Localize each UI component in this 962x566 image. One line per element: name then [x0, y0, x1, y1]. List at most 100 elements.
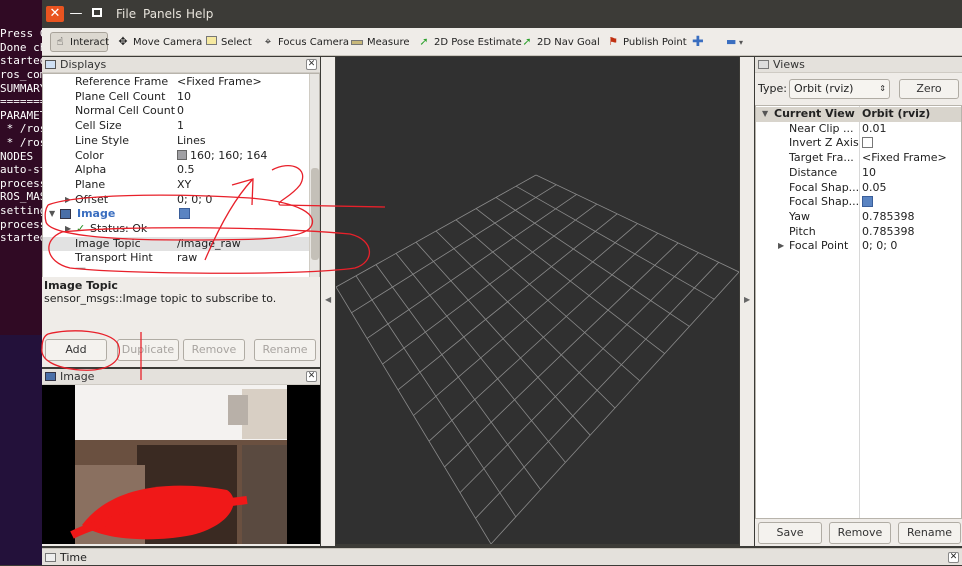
zero-button[interactable]: Zero [899, 79, 959, 99]
close-icon[interactable]: ✕ [948, 552, 959, 563]
publish-point-tool-button[interactable]: ⚑ Publish Point [606, 32, 687, 52]
grid-line [459, 252, 699, 493]
property-value: 0 [177, 104, 184, 118]
property-row[interactable]: Distance 10 [756, 166, 961, 181]
property-row[interactable]: Reference Frame <Fixed Frame> [43, 75, 319, 90]
property-row[interactable]: Invert Z Axis [756, 136, 961, 151]
property-row[interactable]: Cell Size 1 [43, 119, 319, 134]
property-key: Plane [75, 177, 106, 191]
interact-icon: ☝ [56, 35, 64, 48]
color-value[interactable]: 160; 160; 164 [177, 149, 267, 164]
property-row[interactable]: Plane Cell Count 10 [43, 90, 319, 105]
expand-arrow-icon[interactable]: ▶ [65, 193, 71, 208]
add-tool-button[interactable]: ✚ [692, 32, 704, 52]
rename-view-button[interactable]: Rename [898, 522, 961, 544]
property-row[interactable]: Focal Shap... 0.05 [756, 181, 961, 196]
property-row-selected[interactable]: Image Topic/image_raw [43, 236, 319, 252]
chevron-down-icon: ▾ [736, 38, 743, 47]
property-row[interactable]: Plane XY [43, 178, 319, 193]
select-icon [204, 32, 218, 52]
expand-arrow-icon[interactable]: ▶ [778, 239, 784, 254]
property-value: raw [177, 251, 198, 265]
measure-tool-button[interactable]: Measure [350, 32, 410, 52]
property-row[interactable]: Focal Shap... [756, 195, 961, 210]
minimize-window-button[interactable]: — [67, 6, 85, 22]
collapse-arrow-icon[interactable]: ▼ [762, 107, 768, 122]
property-row[interactable]: Transport Hint raw [43, 251, 319, 266]
close-icon[interactable]: ✕ [306, 59, 317, 70]
property-key: Normal Cell Count [75, 104, 176, 118]
property-row[interactable]: — [43, 266, 319, 276]
close-window-button[interactable]: ✕ [46, 6, 64, 22]
grid-line [444, 242, 679, 468]
nav-goal-tool-button[interactable]: ➚ 2D Nav Goal [520, 32, 599, 52]
rename-button[interactable]: Rename [254, 339, 316, 361]
property-key: Yaw [789, 209, 810, 223]
property-value: 10 [177, 89, 191, 103]
menu-panels[interactable]: Panels [143, 7, 182, 21]
property-key: Current View [774, 107, 855, 120]
pose-estimate-tool-button[interactable]: ➚ 2D Pose Estimate [417, 32, 521, 52]
collapse-right-icon[interactable]: ▶ [744, 295, 750, 304]
property-row[interactable]: ▶ Offset 0; 0; 0 [43, 193, 319, 208]
add-button[interactable]: Add [45, 339, 107, 361]
time-panel: Time ✕ [42, 548, 962, 565]
terminal-output: Press C Done ch started ros_com SUMMARY =====… [0, 27, 42, 245]
property-key: Offset [75, 192, 109, 206]
maximize-window-button[interactable] [88, 6, 106, 22]
camera-image-view [42, 385, 320, 544]
remove-view-button[interactable]: Remove [829, 522, 891, 544]
property-value: 160; 160; 164 [190, 148, 268, 162]
image-panel: Image ✕ [42, 369, 320, 546]
property-row[interactable]: Pitch 0.785398 [756, 225, 961, 240]
property-key: Alpha [75, 163, 107, 177]
property-row[interactable]: Yaw 0.785398 [756, 210, 961, 225]
views-panel: Views Type: Orbit (rviz) ⇕ Zero ▼ Current … [755, 57, 962, 546]
interact-tool-button[interactable]: ☝ Interact [50, 32, 110, 52]
terminal-line: NODES [0, 149, 34, 163]
duplicate-button[interactable]: Duplicate [117, 339, 179, 361]
focus-camera-tool-button[interactable]: ⌖ Focus Camera [261, 32, 349, 52]
property-row[interactable]: Alpha 0.5 [43, 163, 319, 178]
property-row[interactable]: Near Clip ... 0.01 [756, 122, 961, 137]
property-value: 0; 0; 0 [862, 239, 898, 253]
remove-tool-dropdown[interactable]: ▬ ▾ [726, 32, 743, 52]
focal-shape-checkbox[interactable] [862, 195, 873, 210]
displays-scrollbar[interactable] [309, 74, 319, 284]
property-key: Distance [789, 165, 838, 179]
move-camera-tool-button[interactable]: ✥ Move Camera [116, 32, 202, 52]
status-row[interactable]: ▶ ✓ Status: Ok [43, 222, 319, 237]
property-key: Target Fra... [789, 151, 854, 165]
display-enabled-checkbox[interactable] [179, 207, 190, 222]
select-tool-button[interactable]: Select [204, 32, 252, 52]
property-row[interactable]: Line Style Lines [43, 134, 319, 149]
expand-arrow-icon[interactable]: ▶ [65, 222, 71, 237]
checkbox-unchecked-icon [862, 137, 873, 149]
view-type-select[interactable]: Orbit (rviz) ⇕ [789, 79, 890, 99]
property-row[interactable]: Target Fra... <Fixed Frame> [756, 151, 961, 166]
property-value: 10 [862, 165, 876, 179]
collapse-arrow-icon[interactable]: ▼ [49, 207, 55, 222]
close-icon[interactable]: ✕ [306, 371, 317, 382]
collapse-left-icon[interactable]: ◀ [325, 295, 331, 304]
property-row[interactable]: ▶ Focal Point 0; 0; 0 [756, 239, 961, 254]
invert-z-checkbox[interactable] [862, 136, 873, 151]
property-key-cut: — [75, 266, 86, 274]
terminal-line: ros_com [0, 67, 42, 81]
current-view-row[interactable]: ▼ Current View Orbit (rviz) [756, 107, 961, 122]
menu-help[interactable]: Help [186, 7, 213, 21]
left-splitter[interactable]: ◀ [321, 57, 335, 546]
right-splitter[interactable]: ▶ [740, 57, 754, 546]
status-text: Status: Ok [90, 222, 148, 235]
save-view-button[interactable]: Save [758, 522, 822, 544]
property-value: Orbit (rviz) [862, 107, 931, 120]
scrollbar-thumb[interactable] [311, 168, 319, 260]
3d-viewport[interactable] [335, 57, 740, 545]
property-row[interactable]: Normal Cell Count 0 [43, 104, 319, 119]
remove-button[interactable]: Remove [183, 339, 245, 361]
menu-file[interactable]: File [116, 7, 136, 21]
image-display-row[interactable]: ▼ Image [43, 207, 319, 222]
property-row[interactable]: Color 160; 160; 164 [43, 149, 319, 164]
tool-label: Interact [70, 37, 110, 48]
tool-label: Focus Camera [278, 37, 349, 48]
